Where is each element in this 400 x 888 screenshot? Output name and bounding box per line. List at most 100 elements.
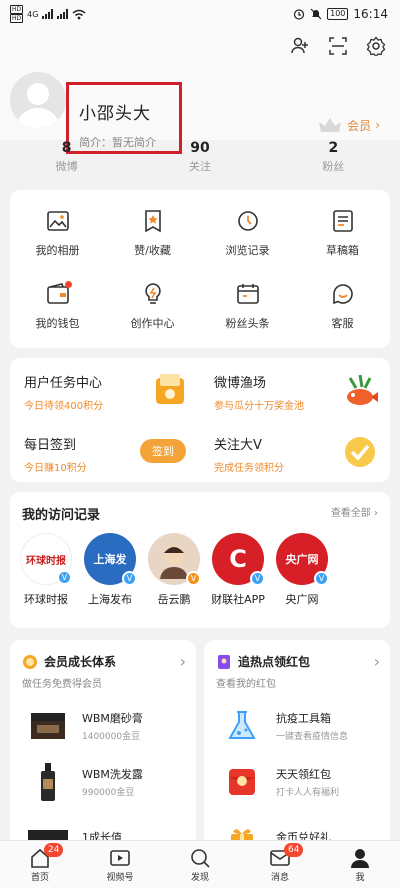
visit-history-card: 我的访问记录 查看全部 › 环球时报 V 环球时报 上海发 V 上海发布 V 岳… bbox=[10, 492, 390, 628]
redpacket-icon bbox=[218, 654, 230, 669]
visit-title: 我的访问记录 bbox=[22, 508, 101, 523]
vip-label: 会员 bbox=[347, 118, 372, 133]
profile-header: 小邵头大 简介：暂无简介 会员 › bbox=[0, 28, 400, 154]
task-fishery[interactable]: 微博渔场 参与瓜分十万奖金池 bbox=[200, 358, 390, 420]
verified-icon: V bbox=[122, 571, 137, 586]
like-collect-icon bbox=[144, 209, 161, 232]
stat-following[interactable]: 90 关注 bbox=[133, 140, 266, 180]
view-all-link[interactable]: 查看全部 › bbox=[331, 504, 378, 523]
grid-item-wallet[interactable]: 我的钱包 bbox=[10, 269, 105, 342]
task-user-center[interactable]: 用户任务中心 今日待领400积分 bbox=[10, 358, 200, 420]
hot-redpacket-card[interactable]: 追热点领红包 › 查看我的红包 抗疫工具箱 一键查看疫情信息 天天领红包 打卡人人有… bbox=[204, 640, 390, 855]
status-right: 100 16:14 bbox=[293, 7, 388, 21]
task-daily-signin[interactable]: 每日签到 今日赚10积分 签到 bbox=[10, 420, 200, 482]
bottom-tab-bar: 24 首页 视频号 发现 64 消息 我 bbox=[0, 840, 400, 888]
signin-button[interactable]: 签到 bbox=[140, 439, 186, 463]
chevron-right-icon: › bbox=[373, 652, 380, 671]
grid-item-album[interactable]: 我的相册 bbox=[10, 196, 105, 269]
history-icon bbox=[237, 210, 258, 231]
function-grid: 我的相册 赞/收藏 浏览记录 草稿箱 我的钱包 创作中心 粉丝头条 客服 bbox=[10, 190, 390, 348]
visit-header: 我的访问记录 查看全部 › bbox=[10, 492, 390, 523]
tab-messages[interactable]: 64 消息 bbox=[240, 841, 320, 888]
grid-item-creator[interactable]: 创作中心 bbox=[105, 269, 200, 342]
header-actions bbox=[290, 36, 386, 56]
envelope-icon bbox=[216, 762, 268, 802]
stats-row: 8 微博 90 关注 2 粉丝 bbox=[0, 140, 400, 180]
status-left: HD HD 4G bbox=[10, 5, 86, 23]
album-icon bbox=[46, 210, 69, 231]
growth-header: 会员成长体系 › bbox=[10, 640, 196, 671]
notification-dot bbox=[65, 281, 72, 288]
growth-item[interactable]: WBM磨砂膏 1400000金豆 bbox=[10, 698, 196, 754]
visit-item-shanghai[interactable]: 上海发 V 上海发布 bbox=[78, 533, 142, 607]
grid-item-like-collect[interactable]: 赞/收藏 bbox=[105, 196, 200, 269]
crown-icon bbox=[319, 118, 342, 132]
video-icon bbox=[110, 849, 130, 866]
tab-discover[interactable]: 发现 bbox=[160, 841, 240, 888]
settings-icon[interactable] bbox=[366, 36, 386, 56]
redpacket-header: 追热点领红包 › bbox=[204, 640, 390, 671]
coin-icon bbox=[23, 654, 37, 669]
status-bar: HD HD 4G 100 16:14 bbox=[0, 0, 400, 28]
visit-avatar: 环球时报 V bbox=[20, 533, 72, 585]
sim-indicator: HD HD bbox=[10, 5, 24, 23]
mute-icon bbox=[310, 8, 322, 20]
wifi-icon bbox=[72, 9, 86, 19]
unread-badge: 24 bbox=[44, 843, 64, 857]
add-friend-icon[interactable] bbox=[290, 36, 310, 56]
visit-avatar: C V bbox=[212, 533, 265, 586]
grid-item-history[interactable]: 浏览记录 bbox=[200, 196, 295, 269]
visit-item-cnr[interactable]: 央广网 V 央广网 bbox=[270, 533, 334, 607]
verified-icon: V bbox=[186, 571, 201, 586]
stat-fans[interactable]: 2 粉丝 bbox=[267, 140, 400, 180]
drafts-icon bbox=[332, 209, 353, 232]
creator-icon bbox=[144, 282, 161, 304]
coin-box-icon bbox=[156, 374, 184, 404]
check-badge-icon bbox=[345, 437, 375, 467]
visit-avatar: 央广网 V bbox=[276, 533, 329, 586]
redpacket-item[interactable]: 抗疫工具箱 一键查看疫情信息 bbox=[204, 698, 390, 754]
verified-icon: V bbox=[57, 570, 72, 585]
scan-icon[interactable] bbox=[328, 36, 348, 56]
person-icon bbox=[351, 848, 369, 868]
signal-icon bbox=[42, 9, 54, 19]
redpacket-item[interactable]: 天天领红包 打卡人人有福利 bbox=[204, 754, 390, 810]
profile-name: 小邵头大 bbox=[79, 104, 151, 124]
tab-video[interactable]: 视频号 bbox=[80, 841, 160, 888]
product-image bbox=[22, 762, 74, 802]
network-label: 4G bbox=[27, 9, 39, 19]
product-image bbox=[22, 706, 74, 746]
search-icon bbox=[191, 848, 210, 868]
visit-item-huanqiu[interactable]: 环球时报 V 环球时报 bbox=[14, 533, 78, 607]
alarm-icon bbox=[294, 9, 305, 20]
vip-entry[interactable]: 会员 › bbox=[317, 116, 380, 134]
signal2-icon bbox=[57, 9, 69, 19]
task-card: 用户任务中心 今日待领400积分 微博渔场 参与瓜分十万奖金池 每日签到 今日赚… bbox=[10, 358, 390, 482]
flask-icon bbox=[216, 706, 268, 746]
verified-icon: V bbox=[250, 571, 265, 586]
visit-item-yueyunpeng[interactable]: V 岳云鹏 bbox=[142, 533, 206, 607]
battery-indicator: 100 bbox=[327, 8, 349, 20]
grid-item-drafts[interactable]: 草稿箱 bbox=[295, 196, 390, 269]
visit-avatar: V bbox=[148, 533, 201, 586]
grid-item-service[interactable]: 客服 bbox=[295, 269, 390, 342]
stat-weibo[interactable]: 8 微博 bbox=[0, 140, 133, 180]
unread-badge: 64 bbox=[284, 843, 304, 857]
visit-list: 环球时报 V 环球时报 上海发 V 上海发布 V 岳云鹏 C V 财联社APP bbox=[10, 523, 390, 607]
member-growth-card[interactable]: 会员成长体系 › 做任务免费得会员 WBM磨砂膏 1400000金豆 WBM洗发露… bbox=[10, 640, 196, 855]
growth-item[interactable]: WBM洗发露 990000金豆 bbox=[10, 754, 196, 810]
grid-item-fans-headline[interactable]: 粉丝头条 bbox=[200, 269, 295, 342]
fans-headline-icon bbox=[236, 283, 259, 304]
tab-home[interactable]: 24 首页 bbox=[0, 841, 80, 888]
clock: 16:14 bbox=[353, 7, 388, 21]
visit-avatar: 上海发 V bbox=[84, 533, 137, 586]
fish-icon bbox=[347, 374, 378, 405]
verified-icon: V bbox=[314, 571, 329, 586]
chevron-right-icon: › bbox=[179, 652, 186, 671]
tab-me[interactable]: 我 bbox=[320, 841, 400, 888]
task-follow-v[interactable]: 关注大V 完成任务领积分 bbox=[200, 420, 390, 482]
chevron-right-icon: › bbox=[375, 118, 380, 132]
service-icon bbox=[332, 283, 353, 304]
visit-item-cailianshe[interactable]: C V 财联社APP bbox=[206, 533, 270, 607]
avatar[interactable] bbox=[10, 72, 66, 128]
